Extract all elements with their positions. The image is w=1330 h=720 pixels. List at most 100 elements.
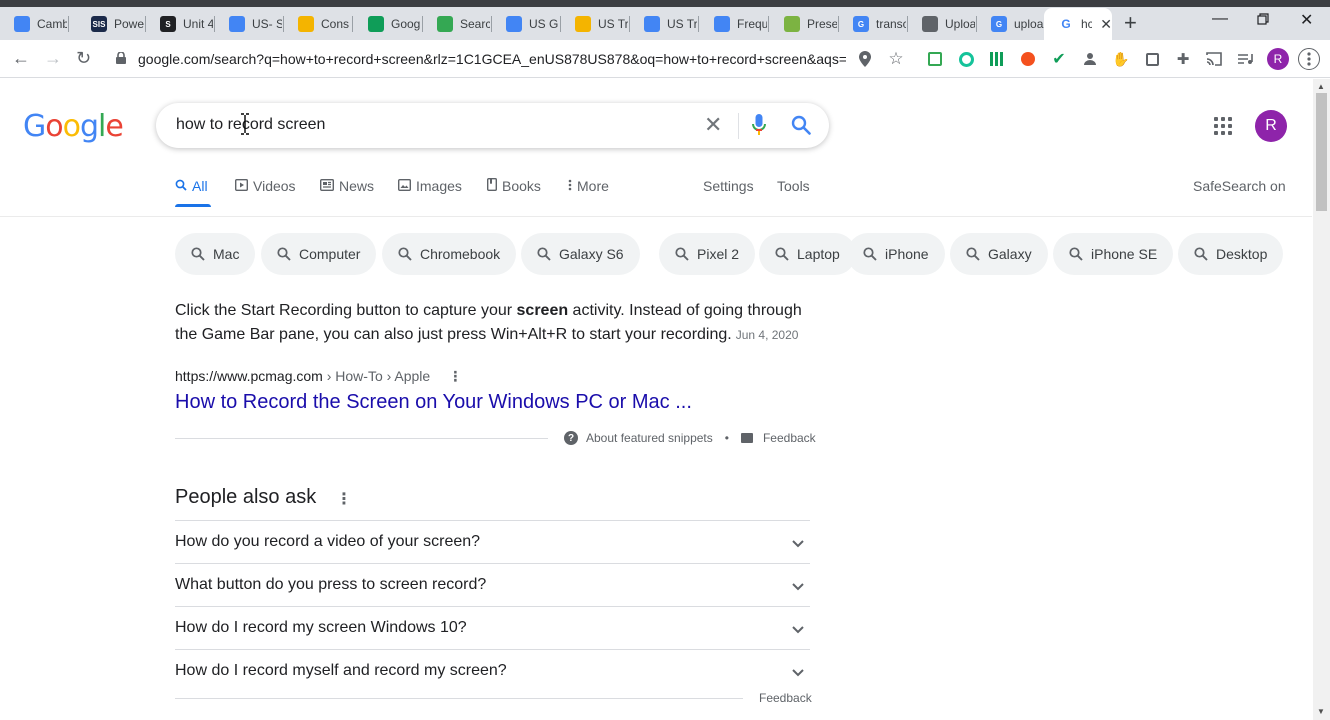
safesearch-status[interactable]: SafeSearch on — [1193, 178, 1286, 194]
reload-icon[interactable]: ↻ — [76, 48, 91, 68]
refinement-chip[interactable]: Desktop — [1178, 233, 1284, 275]
microphone-icon[interactable] — [752, 114, 766, 141]
tab-title: Searc — [460, 17, 490, 31]
google-apps-icon[interactable] — [1214, 117, 1232, 135]
refinement-chip[interactable]: Mac — [175, 233, 256, 275]
tab[interactable]: Uploa — [908, 8, 977, 40]
snippet-feedback-link[interactable]: Feedback — [763, 431, 816, 445]
tab-settings[interactable]: Settings — [703, 178, 754, 194]
tab[interactable]: US Tr — [630, 8, 699, 40]
new-tab-button[interactable]: + — [1124, 10, 1137, 36]
people-also-ask-question[interactable]: How do I record myself and record my scr… — [175, 649, 810, 692]
tab-all[interactable]: All — [175, 178, 208, 194]
search-input[interactable]: how to record screen — [176, 116, 325, 134]
tab-title: Uploa — [945, 17, 975, 31]
search-icon — [277, 247, 291, 261]
people-also-ask-options-icon[interactable]: ⋮ — [336, 489, 352, 509]
chevron-down-icon[interactable] — [792, 535, 804, 553]
account-avatar[interactable]: R — [1255, 110, 1287, 142]
refinement-chip[interactable]: Galaxy S6 — [521, 233, 640, 275]
refinement-chip[interactable]: Laptop — [759, 233, 856, 275]
chrome-menu-icon[interactable] — [1298, 48, 1320, 70]
chevron-down-icon[interactable] — [792, 621, 804, 639]
tab[interactable]: Guploa — [977, 8, 1046, 40]
chevron-down-icon[interactable] — [792, 664, 804, 682]
tab[interactable]: US- S — [215, 8, 284, 40]
search-divider — [738, 113, 739, 139]
extension-hand-icon[interactable]: ✋ — [1112, 50, 1130, 68]
extension-sheets-icon[interactable] — [988, 50, 1006, 68]
extensions-puzzle-icon[interactable]: ✚ — [1174, 50, 1192, 68]
search-icon[interactable] — [791, 115, 811, 140]
extension-green-square-icon[interactable] — [926, 50, 944, 68]
search-box[interactable]: how to record screen ✕ — [156, 103, 829, 148]
page-scrollbar[interactable]: ▲ ▼ — [1313, 79, 1330, 720]
tab-videos[interactable]: Videos — [234, 178, 296, 194]
tab-title: US Tr — [598, 17, 628, 31]
tab-tools[interactable]: Tools — [777, 178, 810, 194]
tab[interactable]: US Tr — [561, 8, 630, 40]
refinement-chip[interactable]: Computer — [261, 233, 377, 275]
tab[interactable]: Gtransc — [839, 8, 908, 40]
paa-feedback-link[interactable]: Feedback — [759, 691, 812, 705]
tab-news[interactable]: News — [319, 178, 374, 194]
extension-orange-icon[interactable] — [1019, 50, 1037, 68]
tab[interactable]: Searc — [423, 8, 492, 40]
result-title-link[interactable]: How to Record the Screen on Your Windows… — [175, 391, 692, 414]
tab[interactable]: Frequ — [700, 8, 769, 40]
restore-icon[interactable] — [1257, 12, 1269, 30]
tab[interactable]: Prese — [770, 8, 839, 40]
lock-icon[interactable] — [116, 51, 126, 64]
refinement-chip[interactable]: iPhone SE — [1053, 233, 1174, 275]
window-close-icon[interactable]: ✕ — [1300, 10, 1313, 30]
tab-favicon-icon — [368, 16, 384, 32]
tab[interactable]: Goog — [354, 8, 423, 40]
extension-grammarly-icon[interactable] — [957, 50, 975, 68]
tab-close-icon[interactable]: ✕ — [1100, 16, 1112, 33]
google-logo[interactable]: Google — [23, 109, 124, 144]
refinement-chip[interactable]: Pixel 2 — [659, 233, 756, 275]
cast-icon[interactable] — [1205, 50, 1223, 68]
people-also-ask-question[interactable]: What button do you press to screen recor… — [175, 563, 810, 606]
media-control-icon[interactable] — [1236, 50, 1254, 68]
result-options-icon[interactable]: ⋮ — [448, 368, 462, 384]
extension-checkmark-icon[interactable]: ✔ — [1050, 50, 1068, 68]
about-featured-snippets-link[interactable]: About featured snippets — [586, 431, 713, 445]
tab[interactable]: Camb — [0, 8, 69, 40]
tab[interactable]: US Gu — [492, 8, 561, 40]
chevron-down-icon[interactable] — [792, 578, 804, 596]
bookmark-star-icon[interactable]: ☆ — [887, 49, 905, 68]
mouse-cursor-icon — [240, 113, 250, 140]
result-cite[interactable]: https://www.pcmag.com › How-To › Apple ⋮ — [175, 368, 462, 385]
location-pin-icon[interactable] — [856, 50, 874, 68]
refinement-chip[interactable]: iPhone — [847, 233, 945, 275]
cite-host: https://www.pcmag.com — [175, 368, 323, 384]
minimize-icon[interactable]: — — [1212, 10, 1228, 28]
forward-icon[interactable]: → — [44, 48, 62, 68]
extension-box-icon[interactable] — [1143, 50, 1161, 68]
scroll-down-arrow-icon[interactable]: ▼ — [1317, 707, 1325, 716]
clear-search-icon[interactable]: ✕ — [704, 112, 722, 138]
back-icon[interactable]: ← — [12, 48, 30, 68]
people-also-ask-question[interactable]: How do you record a video of your screen… — [175, 520, 810, 563]
scroll-up-arrow-icon[interactable]: ▲ — [1317, 82, 1325, 91]
tab[interactable]: SIS Powe — [77, 8, 146, 40]
snippet-footer-divider — [175, 438, 548, 439]
tab-separator — [68, 16, 69, 32]
tab[interactable]: S Unit 4 — [146, 8, 215, 40]
tab-active[interactable]: G hc ✕ — [1044, 8, 1112, 40]
tab-more[interactable]: More — [568, 178, 609, 194]
people-also-ask-question[interactable]: How do I record my screen Windows 10? — [175, 606, 810, 649]
search-icon — [1069, 247, 1083, 261]
extension-person-icon[interactable] — [1081, 50, 1099, 68]
cite-path: › How-To › Apple — [322, 368, 431, 384]
refinement-chip[interactable]: Chromebook — [382, 233, 517, 275]
scrollbar-thumb[interactable] — [1316, 93, 1327, 211]
tab-favicon-icon — [506, 16, 522, 32]
refinement-chip[interactable]: Galaxy — [950, 233, 1048, 275]
address-bar[interactable]: google.com/search?q=how+to+record+screen… — [138, 51, 846, 67]
profile-avatar[interactable]: R — [1267, 48, 1289, 70]
tab[interactable]: Cons — [284, 8, 353, 40]
tab-images[interactable]: Images — [397, 178, 462, 194]
tab-books[interactable]: Books — [486, 177, 541, 194]
